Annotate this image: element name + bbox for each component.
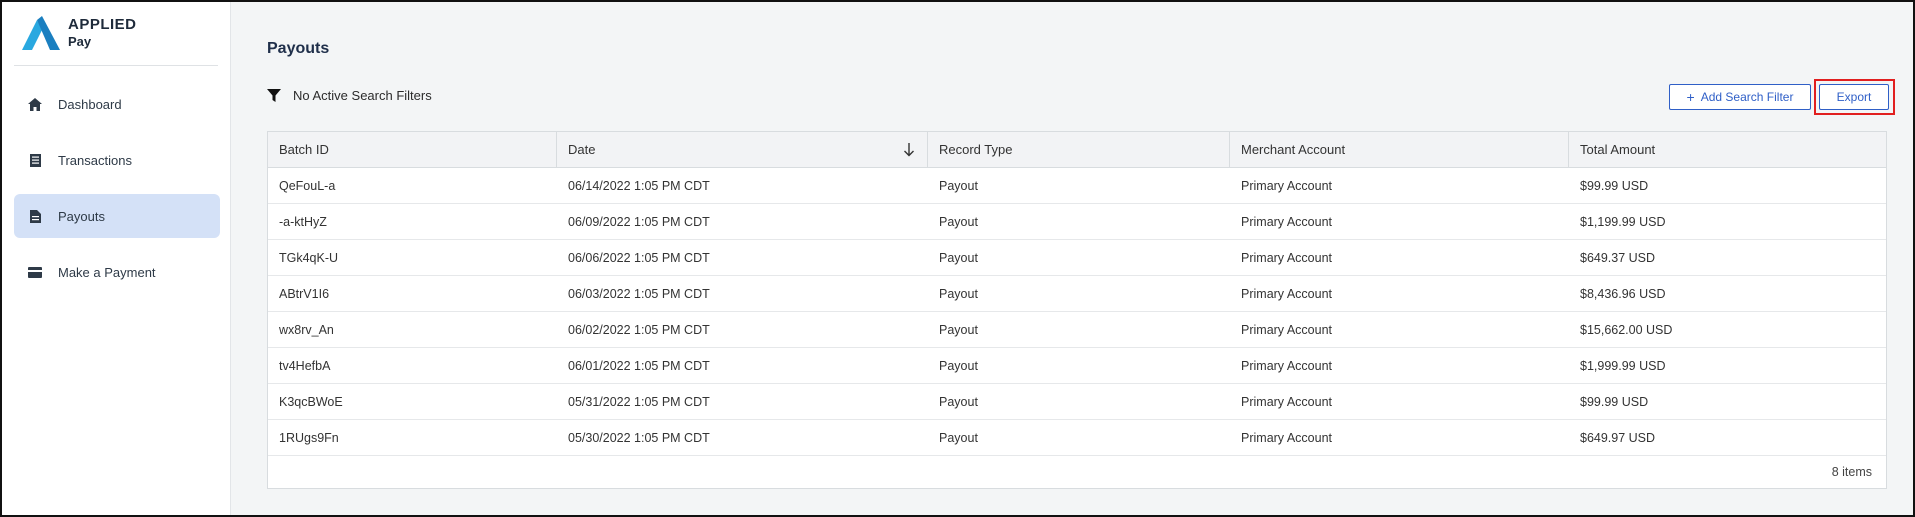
cell-merchant-account: Primary Account xyxy=(1241,286,1333,301)
column-header-merchant-account[interactable]: Merchant Account xyxy=(1230,132,1569,167)
divider xyxy=(14,65,218,66)
cell-total-amount: $649.37 USD xyxy=(1580,250,1656,265)
table-row[interactable]: 1RUgs9Fn 05/30/2022 1:05 PM CDT Payout P… xyxy=(268,420,1886,456)
cell-merchant-account: Primary Account xyxy=(1241,250,1333,265)
cell-total-amount: $1,999.99 USD xyxy=(1580,358,1666,373)
table-row[interactable]: -a-ktHyZ 06/09/2022 1:05 PM CDT Payout P… xyxy=(268,204,1886,240)
cell-total-amount: $99.99 USD xyxy=(1580,178,1649,193)
cell-date: 05/30/2022 1:05 PM CDT xyxy=(568,430,710,445)
table-header: Batch ID Date Record Type Merchant Accou… xyxy=(268,132,1886,168)
cell-batch-id: TGk4qK-U xyxy=(279,250,339,265)
column-header-date[interactable]: Date xyxy=(557,132,928,167)
cell-total-amount: $15,662.00 USD xyxy=(1580,322,1673,337)
sidebar-nav: Dashboard Transactions Payouts Make a Pa… xyxy=(14,82,220,306)
cell-date: 06/01/2022 1:05 PM CDT xyxy=(568,358,710,373)
cell-date: 06/02/2022 1:05 PM CDT xyxy=(568,322,710,337)
column-header-record-type[interactable]: Record Type xyxy=(928,132,1230,167)
brand-subtitle: Pay xyxy=(68,34,92,49)
cell-batch-id: K3qcBWoE xyxy=(279,394,343,409)
cell-total-amount: $649.97 USD xyxy=(1580,430,1656,445)
sidebar-item-label: Transactions xyxy=(58,152,132,168)
sidebar-item-payouts[interactable]: Payouts xyxy=(14,194,220,238)
brand-name: APPLIED xyxy=(68,16,137,33)
document-icon xyxy=(28,209,42,223)
cell-merchant-account: Primary Account xyxy=(1241,214,1333,229)
cell-batch-id: 1RUgs9Fn xyxy=(279,430,339,445)
sidebar: APPLIED Pay Dashboard Transactions Payou… xyxy=(2,2,231,515)
cell-batch-id: tv4HefbA xyxy=(279,358,331,373)
cell-record-type: Payout xyxy=(939,394,978,409)
cell-batch-id: -a-ktHyZ xyxy=(279,214,327,229)
table-row[interactable]: ABtrV1I6 06/03/2022 1:05 PM CDT Payout P… xyxy=(268,276,1886,312)
table-row[interactable]: wx8rv_An 06/02/2022 1:05 PM CDT Payout P… xyxy=(268,312,1886,348)
cell-merchant-account: Primary Account xyxy=(1241,394,1333,409)
cell-date: 06/03/2022 1:05 PM CDT xyxy=(568,286,710,301)
sidebar-item-make-a-payment[interactable]: Make a Payment xyxy=(14,250,220,294)
applied-logo-icon xyxy=(22,16,60,50)
add-search-filter-button[interactable]: + Add Search Filter xyxy=(1669,84,1811,110)
column-header-batch-id[interactable]: Batch ID xyxy=(268,132,557,167)
filter-status-text: No Active Search Filters xyxy=(293,88,432,103)
cell-record-type: Payout xyxy=(939,358,978,373)
sidebar-item-label: Make a Payment xyxy=(58,264,156,280)
receipt-icon xyxy=(28,153,42,167)
cell-record-type: Payout xyxy=(939,178,978,193)
page-title: Payouts xyxy=(267,40,330,57)
cell-batch-id: ABtrV1I6 xyxy=(279,286,330,301)
credit-card-icon xyxy=(28,265,42,279)
home-icon xyxy=(28,97,42,111)
cell-record-type: Payout xyxy=(939,286,978,301)
cell-merchant-account: Primary Account xyxy=(1241,322,1333,337)
export-button[interactable]: Export xyxy=(1819,84,1889,110)
cell-merchant-account: Primary Account xyxy=(1241,178,1333,193)
column-header-total-amount[interactable]: Total Amount xyxy=(1569,132,1886,167)
main-content: Payouts No Active Search Filters + Add S… xyxy=(231,2,1913,515)
cell-batch-id: wx8rv_An xyxy=(279,322,334,337)
table-body: QeFouL-a 06/14/2022 1:05 PM CDT Payout P… xyxy=(268,168,1886,456)
cell-date: 06/14/2022 1:05 PM CDT xyxy=(568,178,710,193)
add-search-filter-label: Add Search Filter xyxy=(1700,90,1794,104)
app-window: APPLIED Pay Dashboard Transactions Payou… xyxy=(0,0,1915,517)
cell-record-type: Payout xyxy=(939,322,978,337)
cell-total-amount: $8,436.96 USD xyxy=(1580,286,1666,301)
table-row[interactable]: tv4HefbA 06/01/2022 1:05 PM CDT Payout P… xyxy=(268,348,1886,384)
cell-record-type: Payout xyxy=(939,430,978,445)
cell-total-amount: $99.99 USD xyxy=(1580,394,1649,409)
column-header-label: Record Type xyxy=(939,142,1013,157)
filter-status: No Active Search Filters xyxy=(267,88,432,103)
cell-merchant-account: Primary Account xyxy=(1241,358,1333,373)
cell-date: 05/31/2022 1:05 PM CDT xyxy=(568,394,710,409)
column-header-label: Merchant Account xyxy=(1241,142,1346,157)
cell-batch-id: QeFouL-a xyxy=(279,178,336,193)
table-footer: 8 items xyxy=(268,456,1886,488)
table-row[interactable]: TGk4qK-U 06/06/2022 1:05 PM CDT Payout P… xyxy=(268,240,1886,276)
table-row[interactable]: K3qcBWoE 05/31/2022 1:05 PM CDT Payout P… xyxy=(268,384,1886,420)
column-header-label: Batch ID xyxy=(279,142,329,157)
cell-date: 06/09/2022 1:05 PM CDT xyxy=(568,214,710,229)
brand-logo[interactable]: APPLIED Pay xyxy=(22,16,222,52)
sort-descending-icon[interactable] xyxy=(903,143,915,157)
item-count: 8 items xyxy=(1831,465,1872,479)
sidebar-item-dashboard[interactable]: Dashboard xyxy=(14,82,220,126)
column-header-label: Date xyxy=(568,142,596,157)
cell-record-type: Payout xyxy=(939,250,978,265)
sidebar-item-transactions[interactable]: Transactions xyxy=(14,138,220,182)
payouts-table: Batch ID Date Record Type Merchant Accou… xyxy=(267,131,1887,489)
sidebar-item-label: Dashboard xyxy=(58,96,122,112)
cell-date: 06/06/2022 1:05 PM CDT xyxy=(568,250,710,265)
export-label: Export xyxy=(1836,90,1872,104)
cell-total-amount: $1,199.99 USD xyxy=(1580,214,1666,229)
plus-icon: + xyxy=(1686,89,1695,105)
table-row[interactable]: QeFouL-a 06/14/2022 1:05 PM CDT Payout P… xyxy=(268,168,1886,204)
cell-merchant-account: Primary Account xyxy=(1241,430,1333,445)
cell-record-type: Payout xyxy=(939,214,978,229)
column-header-label: Total Amount xyxy=(1580,142,1656,157)
filter-icon xyxy=(267,88,281,102)
sidebar-item-label: Payouts xyxy=(58,208,105,224)
